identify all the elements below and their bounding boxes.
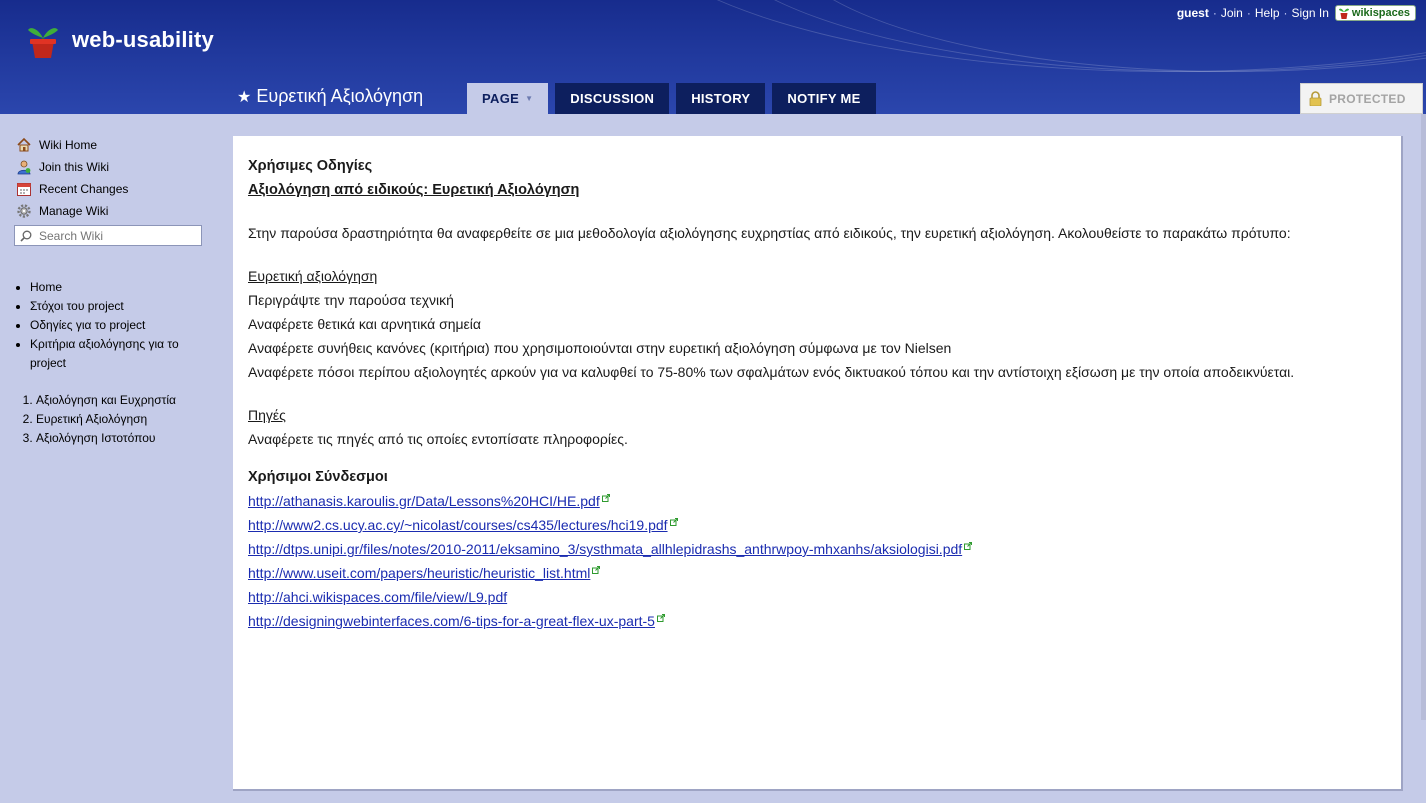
search-input[interactable] — [37, 227, 201, 244]
flower-pot-icon — [1338, 8, 1349, 19]
section-line: Αναφέρετε θετικά και αρνητικά σημεία — [248, 316, 482, 332]
external-link-icon — [964, 542, 973, 550]
external-link[interactable]: http://athanasis.karoulis.gr/Data/Lesson… — [248, 493, 600, 509]
sidebar-link-project-goals[interactable]: Στόχοι του project — [30, 297, 216, 316]
link-row: http://designingwebinterfaces.com/6-tips… — [248, 609, 1386, 633]
join-link[interactable]: Join — [1221, 6, 1243, 20]
flower-pot-icon — [28, 28, 58, 58]
external-link-icon — [592, 566, 601, 574]
user-bar: guest · Join · Help · Sign In wikispaces — [1177, 5, 1416, 21]
content-intro: Στην παρούσα δραστηριότητα θα αναφερθείτ… — [248, 225, 1291, 241]
section-line: Αναφέρετε συνήθεις κανόνες (κριτήρια) πο… — [248, 340, 952, 356]
gear-icon — [16, 203, 32, 219]
content-subheading: Αξιολόγηση από ειδικούς: Ευρετική Αξιολό… — [248, 182, 580, 198]
protected-label: PROTECTED — [1329, 91, 1406, 106]
link-row: http://www2.cs.ucy.ac.cy/~nicolast/cours… — [248, 513, 1386, 537]
lock-icon — [1309, 91, 1322, 106]
page-title: ★ Ευρετική Αξιολόγηση — [237, 86, 423, 107]
content-heading: Χρήσιμες Οδηγίες — [248, 158, 373, 174]
link-row: http://dtps.unipi.gr/files/notes/2010-20… — [248, 537, 1386, 561]
calendar-icon — [16, 181, 32, 197]
chevron-down-icon[interactable]: ▼ — [525, 94, 533, 103]
external-link[interactable]: http://www.useit.com/papers/heuristic/he… — [248, 565, 590, 581]
sidebar-item-wiki-home[interactable]: Wiki Home — [16, 134, 216, 156]
sidebar-item-manage-wiki[interactable]: Manage Wiki — [16, 200, 216, 222]
external-link-icon — [656, 614, 665, 622]
sign-in-link[interactable]: Sign In — [1292, 6, 1329, 20]
star-icon[interactable]: ★ — [237, 87, 251, 107]
search-icon — [20, 230, 32, 242]
page-content: Χρήσιμες Οδηγίες Αξιολόγηση από ειδικούς… — [233, 136, 1403, 791]
sidebar-numbered-list: Αξιολόγηση και Ευχρηστία Ευρετική Αξιολό… — [16, 391, 216, 448]
external-link-icon — [601, 494, 610, 502]
external-link[interactable]: http://designingwebinterfaces.com/6-tips… — [248, 613, 655, 629]
useful-links: http://athanasis.karoulis.gr/Data/Lesson… — [248, 489, 1386, 633]
links-heading: Χρήσιμοι Σύνδεσμοι — [248, 469, 388, 485]
internal-link[interactable]: http://ahci.wikispaces.com/file/view/L9.… — [248, 589, 507, 605]
help-link[interactable]: Help — [1255, 6, 1280, 20]
tab-history[interactable]: HISTORY — [676, 83, 766, 114]
site-header: web-usability guest · Join · Help · Sign… — [0, 0, 1426, 114]
wikispaces-badge-label: wikispaces — [1351, 7, 1410, 19]
external-link[interactable]: http://dtps.unipi.gr/files/notes/2010-20… — [248, 541, 962, 557]
section-line: Αναφέρετε τις πηγές από τις οποίες εντοπ… — [248, 431, 628, 447]
section-title: Ευρετική αξιολόγηση — [248, 268, 378, 284]
sidebar-item-recent-changes[interactable]: Recent Changes — [16, 178, 216, 200]
sidebar: Wiki Home Join this Wiki Recent Changes … — [14, 134, 216, 448]
site-logo[interactable]: web-usability — [26, 20, 214, 60]
user-icon — [16, 159, 32, 175]
site-title: web-usability — [72, 27, 214, 52]
page-title-text: Ευρετική Αξιολόγηση — [256, 86, 424, 106]
sidebar-numbered-item[interactable]: Ευρετική Αξιολόγηση — [36, 410, 216, 429]
scrollbar[interactable] — [1421, 114, 1426, 720]
tab-page[interactable]: PAGE ▼ — [467, 83, 549, 114]
sidebar-link-list: Home Στόχοι του project Οδηγίες για το p… — [16, 278, 216, 373]
link-row: http://www.useit.com/papers/heuristic/he… — [248, 561, 1386, 585]
section-line: Περιγράψτε την παρούσα τεχνική — [248, 292, 454, 308]
link-row: http://ahci.wikispaces.com/file/view/L9.… — [248, 585, 1386, 609]
sidebar-link-project-instructions[interactable]: Οδηγίες για το project — [30, 316, 216, 335]
protected-badge: PROTECTED — [1300, 83, 1423, 114]
section-title: Πηγές — [248, 407, 286, 423]
house-icon — [16, 137, 32, 153]
sidebar-item-join-wiki[interactable]: Join this Wiki — [16, 156, 216, 178]
sidebar-numbered-item[interactable]: Αξιολόγηση και Ευχρηστία — [36, 391, 216, 410]
wikispaces-badge[interactable]: wikispaces — [1334, 5, 1416, 21]
external-link[interactable]: http://www2.cs.ucy.ac.cy/~nicolast/cours… — [248, 517, 668, 533]
external-link-icon — [669, 518, 678, 526]
sidebar-link-evaluation-criteria[interactable]: Κριτήρια αξιολόγησης για το project — [30, 335, 216, 373]
guest-label: guest — [1176, 6, 1209, 20]
tab-notify-me[interactable]: NOTIFY ME — [772, 83, 876, 114]
sidebar-link-home[interactable]: Home — [30, 278, 216, 297]
section-line: Αναφέρετε πόσοι περίπου αξιολογητές αρκο… — [248, 364, 1295, 380]
tab-discussion[interactable]: DISCUSSION — [555, 83, 670, 114]
page-tabs: PAGE ▼ DISCUSSION HISTORY NOTIFY ME — [467, 83, 883, 114]
sidebar-numbered-item[interactable]: Αξιολόγηση Ιστοτόπου — [36, 429, 216, 448]
search-box[interactable] — [14, 225, 202, 246]
link-row: http://athanasis.karoulis.gr/Data/Lesson… — [248, 489, 1386, 513]
